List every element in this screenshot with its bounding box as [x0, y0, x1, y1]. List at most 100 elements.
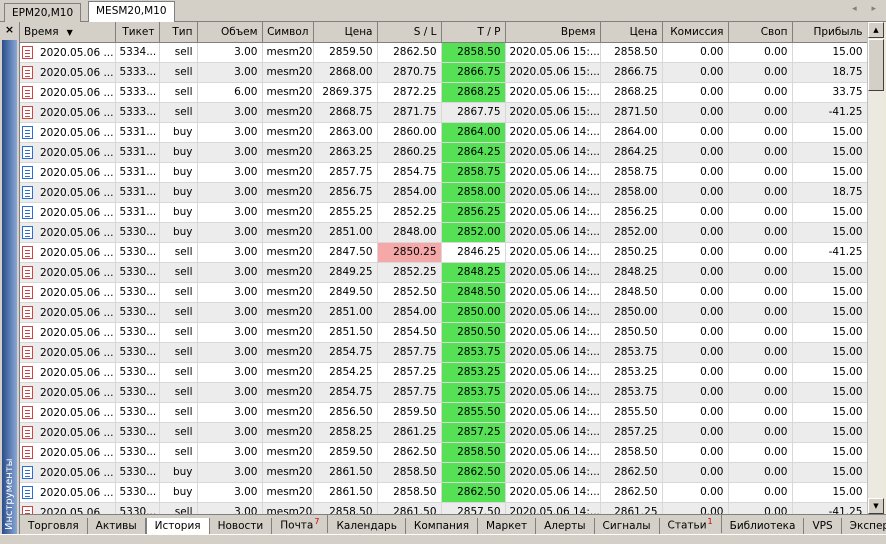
terminal-tab-1[interactable]: Активы: [88, 517, 146, 534]
vertical-scrollbar[interactable]: ▲ ▼: [867, 22, 884, 514]
terminal-tab-3[interactable]: Новости: [210, 517, 273, 534]
cell-time-text: 2020.05.06 ...: [40, 46, 114, 59]
scroll-up-icon[interactable]: ▲: [868, 22, 884, 38]
cell-volume: 3.00: [197, 142, 263, 163]
cell-commission: 0.00: [662, 122, 729, 143]
table-row[interactable]: 2020.05.06 ... 5334... sell 3.00 mesm20 2859.…: [20, 42, 867, 63]
table-row[interactable]: 2020.05.06 ... 5330... sell 3.00 mesm20 2854.…: [20, 342, 867, 363]
col-header-swap[interactable]: Своп: [728, 22, 793, 43]
cell-time-close: 2020.05.06 14:...: [505, 502, 601, 514]
col-header-type[interactable]: Тип: [159, 22, 198, 43]
col-header-volume[interactable]: Объем: [197, 22, 263, 43]
cell-ticket: 5331...: [115, 202, 160, 223]
table-row[interactable]: 2020.05.06 ... 5331... buy 3.00 mesm20 2863.2…: [20, 142, 867, 163]
col-header-ticket[interactable]: Тикет: [115, 22, 160, 43]
terminal-tab-9[interactable]: Сигналы: [595, 517, 660, 534]
cell-tp: 2850.50: [441, 322, 506, 343]
cell-sl: 2872.25: [377, 82, 442, 103]
cell-symbol: mesm20: [262, 462, 314, 483]
cell-swap: 0.00: [728, 282, 793, 303]
terminal-tab-2[interactable]: История: [145, 517, 210, 534]
cell-profit: 15.00: [792, 302, 867, 323]
cell-type: sell: [159, 442, 198, 463]
cell-swap: 0.00: [728, 302, 793, 323]
terminal-tab-5[interactable]: Календарь: [328, 517, 406, 534]
col-header-sl[interactable]: S / L: [377, 22, 442, 43]
cell-ticket: 5331...: [115, 122, 160, 143]
col-header-time-open[interactable]: Время ▼: [20, 22, 116, 43]
table-row[interactable]: 2020.05.06 ... 5330... sell 3.00 mesm20 2854.…: [20, 362, 867, 383]
cell-sl: 2859.50: [377, 402, 442, 423]
terminal-tab-0[interactable]: Торговля: [20, 517, 88, 534]
history-table: Время ▼ Тикет Тип Объем Символ Цена S / L…: [20, 22, 867, 514]
cell-volume: 3.00: [197, 422, 263, 443]
table-row[interactable]: 2020.05.06 ... 5330... sell 3.00 mesm20 2847.…: [20, 242, 867, 263]
cell-commission: 0.00: [662, 422, 729, 443]
table-row[interactable]: 2020.05.06 ... 5330... sell 3.00 mesm20 2849.…: [20, 262, 867, 283]
col-header-symbol[interactable]: Символ: [262, 22, 314, 43]
table-row[interactable]: 2020.05.06 ... 5330... buy 3.00 mesm20 2861.5…: [20, 482, 867, 503]
table-row[interactable]: 2020.05.06 ... 5331... buy 3.00 mesm20 2856.7…: [20, 182, 867, 203]
cell-profit: 15.00: [792, 462, 867, 483]
cell-symbol: mesm20: [262, 142, 314, 163]
chart-tab-epm20[interactable]: EPM20,M10: [4, 3, 82, 22]
terminal-tab-13[interactable]: Эксперт: [842, 518, 886, 535]
table-row[interactable]: 2020.05.06 ... 5330... buy 3.00 mesm20 2861.5…: [20, 462, 867, 483]
col-header-commission[interactable]: Комиссия: [662, 22, 729, 43]
terminal-tab-4[interactable]: Почта7: [272, 515, 329, 533]
cell-price-open: 2849.25: [313, 262, 378, 283]
col-header-time-close[interactable]: Время: [505, 22, 601, 43]
table-row[interactable]: 2020.05.06 ... 5333... sell 3.00 mesm20 2868.…: [20, 62, 867, 83]
chart-tab-mesm20[interactable]: MESM20,M10: [88, 1, 175, 22]
cell-symbol: mesm20: [262, 502, 314, 514]
table-row[interactable]: 2020.05.06 ... 5330... sell 3.00 mesm20 2858.…: [20, 422, 867, 443]
cell-ticket: 5330...: [115, 342, 160, 363]
table-row[interactable]: 2020.05.06 ... 5330... sell 3.00 mesm20 2858.…: [20, 502, 867, 514]
table-row[interactable]: 2020.05.06 ... 5333... sell 3.00 mesm20 2868.…: [20, 102, 867, 123]
terminal-tab-11[interactable]: Библиотека: [722, 517, 805, 534]
terminal-tab-6[interactable]: Компания: [406, 517, 479, 534]
terminal-tab-7[interactable]: Маркет: [478, 517, 537, 534]
cell-type: buy: [159, 142, 198, 163]
cell-sl: 2870.75: [377, 62, 442, 83]
table-row[interactable]: 2020.05.06 ... 5333... sell 6.00 mesm20 2869.…: [20, 82, 867, 103]
cell-commission: 0.00: [662, 482, 729, 503]
cell-time-close: 2020.05.06 14:...: [505, 202, 601, 223]
table-row[interactable]: 2020.05.06 ... 5330... sell 3.00 mesm20 2851.…: [20, 302, 867, 323]
table-row[interactable]: 2020.05.06 ... 5331... buy 3.00 mesm20 2855.2…: [20, 202, 867, 223]
cell-volume: 3.00: [197, 42, 263, 63]
table-row[interactable]: 2020.05.06 ... 5330... sell 3.00 mesm20 2851.…: [20, 322, 867, 343]
cell-price-close: 2871.50: [600, 102, 663, 123]
cell-ticket: 5330...: [115, 382, 160, 403]
cell-sl: 2854.50: [377, 322, 442, 343]
terminal-tab-8[interactable]: Алерты: [536, 517, 595, 534]
table-row[interactable]: 2020.05.06 ... 5330... sell 3.00 mesm20 2859.…: [20, 442, 867, 463]
terminal-tab-12[interactable]: VPS: [804, 517, 842, 534]
cell-tp: 2867.75: [441, 102, 506, 123]
col-header-profit[interactable]: Прибыль: [792, 22, 867, 43]
table-row[interactable]: 2020.05.06 ... 5330... sell 3.00 mesm20 2849.…: [20, 282, 867, 303]
table-row[interactable]: 2020.05.06 ... 5330... sell 3.00 mesm20 2856.…: [20, 402, 867, 423]
terminal-tab-label: Компания: [413, 519, 470, 532]
sell-order-icon: [22, 65, 33, 79]
cell-price-open: 2858.25: [313, 422, 378, 443]
cell-sl: 2860.00: [377, 122, 442, 143]
tab-scroll-arrows[interactable]: ◂ ▸: [852, 4, 882, 14]
cell-time-text: 2020.05.06 ...: [40, 306, 114, 319]
scroll-thumb[interactable]: [868, 39, 884, 91]
col-header-price-close[interactable]: Цена: [600, 22, 663, 43]
table-row[interactable]: 2020.05.06 ... 5330... buy 3.00 mesm20 2851.0…: [20, 222, 867, 243]
col-header-tp[interactable]: T / P: [441, 22, 506, 43]
close-icon[interactable]: ×: [0, 23, 19, 37]
table-row[interactable]: 2020.05.06 ... 5330... sell 3.00 mesm20 2854.…: [20, 382, 867, 403]
buy-order-icon: [22, 225, 33, 239]
table-row[interactable]: 2020.05.06 ... 5331... buy 3.00 mesm20 2857.7…: [20, 162, 867, 183]
scroll-down-icon[interactable]: ▼: [868, 498, 884, 514]
terminal-tab-10[interactable]: Статьи1: [660, 515, 722, 533]
status-bar: [0, 534, 886, 544]
cell-price-close: 2850.50: [600, 322, 663, 343]
table-row[interactable]: 2020.05.06 ... 5331... buy 3.00 mesm20 2863.0…: [20, 122, 867, 143]
cell-tp: 2852.00: [441, 222, 506, 243]
sell-order-icon: [22, 85, 33, 99]
col-header-price-open[interactable]: Цена: [313, 22, 378, 43]
